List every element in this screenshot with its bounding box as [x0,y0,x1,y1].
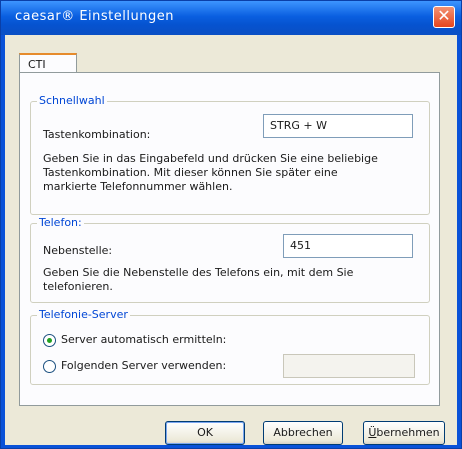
shortcut-description: Geben Sie in das Eingabefeld und drücken… [43,152,423,194]
shortcut-description-line: Tastenkombination. Mit dieser können Sie… [43,166,338,179]
window-title: caesar® Einstellungen [15,9,174,24]
radio-server-manual-label[interactable]: Folgenden Server verwenden: [61,359,226,372]
shortcut-description-line: markierte Telefonnummer wählen. [43,180,233,193]
shortcut-description-line: Geben Sie in das Eingabefeld und drücken… [43,152,378,165]
window-border-left [1,35,5,448]
extension-description-line: Geben Sie die Nebenstelle des Telefons e… [43,266,354,279]
apply-button[interactable]: Übernehmen [363,421,445,445]
tab-cti[interactable]: CTI [19,53,77,73]
window-border-right [457,35,461,448]
ok-button-label: OK [197,426,213,439]
radio-server-manual[interactable] [43,360,56,373]
server-input[interactable] [283,354,415,378]
window-border-bottom [1,445,461,448]
shortcut-input[interactable]: STRG + W [263,114,413,138]
close-icon: ✕ [437,6,451,25]
group-schnellwahl: Schnellwahl Tastenkombination: STRG + W … [30,94,430,215]
ok-button[interactable]: OK [165,421,245,445]
title-bar[interactable]: caesar® Einstellungen ✕ [1,1,461,35]
radio-server-auto[interactable] [43,334,56,347]
group-server-title: Telefonie-Server [37,308,130,321]
cancel-button-label: Abbrechen [273,426,333,439]
close-button[interactable]: ✕ [433,6,455,28]
tab-cti-label: CTI [28,58,46,71]
group-telefon-title: Telefon: [37,216,84,229]
cancel-button[interactable]: Abbrechen [263,421,343,445]
extension-description-line: telefonieren. [43,280,113,293]
radio-server-auto-label[interactable]: Server automatisch ermitteln: [61,333,226,346]
apply-button-label: bernehmen [376,426,440,439]
group-telefonie-server: Telefonie-Server Server automatisch ermi… [30,308,430,385]
settings-dialog: caesar® Einstellungen ✕ CTI Schnellwahl … [0,0,462,449]
group-schnellwahl-title: Schnellwahl [37,94,107,107]
extension-input[interactable]: 451 [283,234,413,258]
extension-description: Geben Sie die Nebenstelle des Telefons e… [43,266,423,294]
shortcut-label: Tastenkombination: [43,128,151,141]
tab-panel-cti: Schnellwahl Tastenkombination: STRG + W … [19,72,440,406]
group-telefon: Telefon: Nebenstelle: 451 Geben Sie die … [30,216,430,303]
extension-label: Nebenstelle: [43,244,113,257]
